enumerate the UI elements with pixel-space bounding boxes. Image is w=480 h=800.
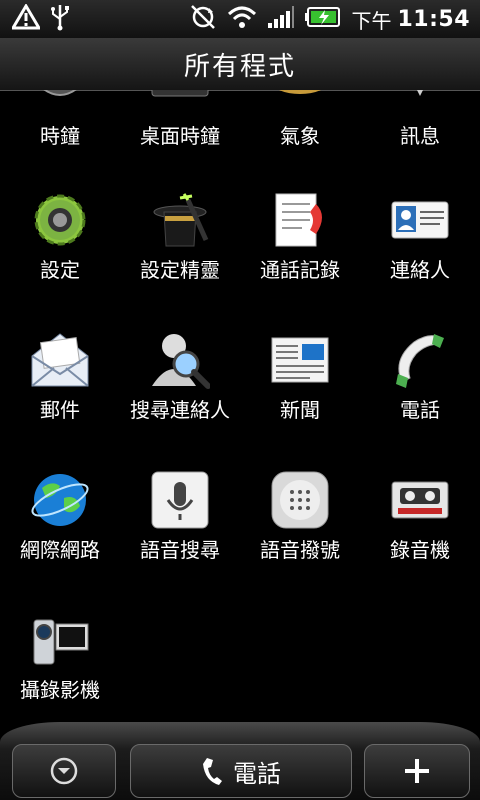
clock-time: 11:54 <box>397 6 470 32</box>
usb-icon <box>50 3 70 35</box>
app-clock[interactable]: 時鐘 <box>0 90 120 196</box>
voice-search-icon <box>151 471 209 529</box>
add-to-home-button[interactable] <box>364 744 470 798</box>
am-pm-label: 下午 <box>351 8 392 33</box>
dock-phone-label: 電話 <box>233 759 281 788</box>
battery-charging-icon <box>305 6 341 32</box>
app-voice-search[interactable]: 語音搜尋 <box>120 470 240 610</box>
app-search-contacts[interactable]: 搜尋連絡人 <box>120 330 240 470</box>
app-grid[interactable]: 時鐘 桌面時鐘 氣象 訊息 設定 設定精靈 通話記錄 連絡人 郵件 搜尋連絡人 … <box>0 90 480 720</box>
app-internet[interactable]: 網際網路 <box>0 470 120 610</box>
app-label: 連絡人 <box>390 258 450 282</box>
page-title: 所有程式 <box>183 51 296 82</box>
app-label: 語音搜尋 <box>140 538 220 562</box>
app-label: 訊息 <box>400 124 440 148</box>
app-phone[interactable]: 電話 <box>360 330 480 470</box>
mail-icon <box>31 333 89 387</box>
signal-icon <box>267 5 295 33</box>
app-settings[interactable]: 設定 <box>0 190 120 330</box>
app-label: 網際網路 <box>20 538 100 562</box>
plus-icon <box>405 759 429 783</box>
app-label: 設定 <box>40 258 80 282</box>
app-label: 郵件 <box>40 398 80 422</box>
app-call-log[interactable]: 通話記錄 <box>240 190 360 330</box>
app-recorder[interactable]: 錄音機 <box>360 470 480 610</box>
app-contacts[interactable]: 連絡人 <box>360 190 480 330</box>
app-camcorder[interactable]: 攝錄影機 <box>0 610 120 720</box>
setup-wizard-icon <box>153 193 209 247</box>
app-label: 桌面時鐘 <box>140 124 220 148</box>
app-voice-dial[interactable]: 語音撥號 <box>240 470 360 610</box>
app-label: 新聞 <box>280 398 320 422</box>
app-label: 搜尋連絡人 <box>130 398 230 422</box>
app-news[interactable]: 新聞 <box>240 330 360 470</box>
bottom-dock: 電話 <box>0 722 480 800</box>
phone-handset-icon <box>203 758 222 785</box>
sync-off-icon <box>189 3 217 35</box>
settings-gear-icon <box>34 194 86 246</box>
status-bar: 下午 11:54 <box>0 0 480 38</box>
chevron-down-circle-icon <box>50 757 78 785</box>
app-label: 設定精靈 <box>140 258 220 282</box>
call-log-icon <box>275 193 322 247</box>
collapse-all-apps-button[interactable] <box>12 744 116 798</box>
internet-globe-icon <box>31 474 89 526</box>
app-setup-wizard[interactable]: 設定精靈 <box>120 190 240 330</box>
app-messages[interactable]: 訊息 <box>360 90 480 196</box>
app-label: 攝錄影機 <box>20 678 100 702</box>
news-icon <box>271 337 329 383</box>
app-desk-clock[interactable]: 桌面時鐘 <box>120 90 240 196</box>
app-label: 時鐘 <box>40 124 80 148</box>
warning-icon <box>10 3 42 34</box>
app-label: 通話記錄 <box>260 258 340 282</box>
camcorder-icon <box>33 619 89 665</box>
app-mail[interactable]: 郵件 <box>0 330 120 470</box>
contacts-icon <box>391 201 449 239</box>
app-label: 語音撥號 <box>260 538 340 562</box>
app-label: 氣象 <box>280 124 320 148</box>
app-label: 電話 <box>400 398 440 422</box>
search-contacts-icon <box>152 334 210 389</box>
all-apps-title-bar: 所有程式 <box>0 38 480 91</box>
app-label: 錄音機 <box>390 538 450 562</box>
recorder-icon <box>391 481 449 519</box>
dock-phone-button[interactable]: 電話 <box>130 744 352 798</box>
wifi-icon <box>227 4 257 34</box>
phone-icon <box>396 334 444 388</box>
app-weather[interactable]: 氣象 <box>240 90 360 196</box>
voice-dial-icon <box>271 471 329 529</box>
